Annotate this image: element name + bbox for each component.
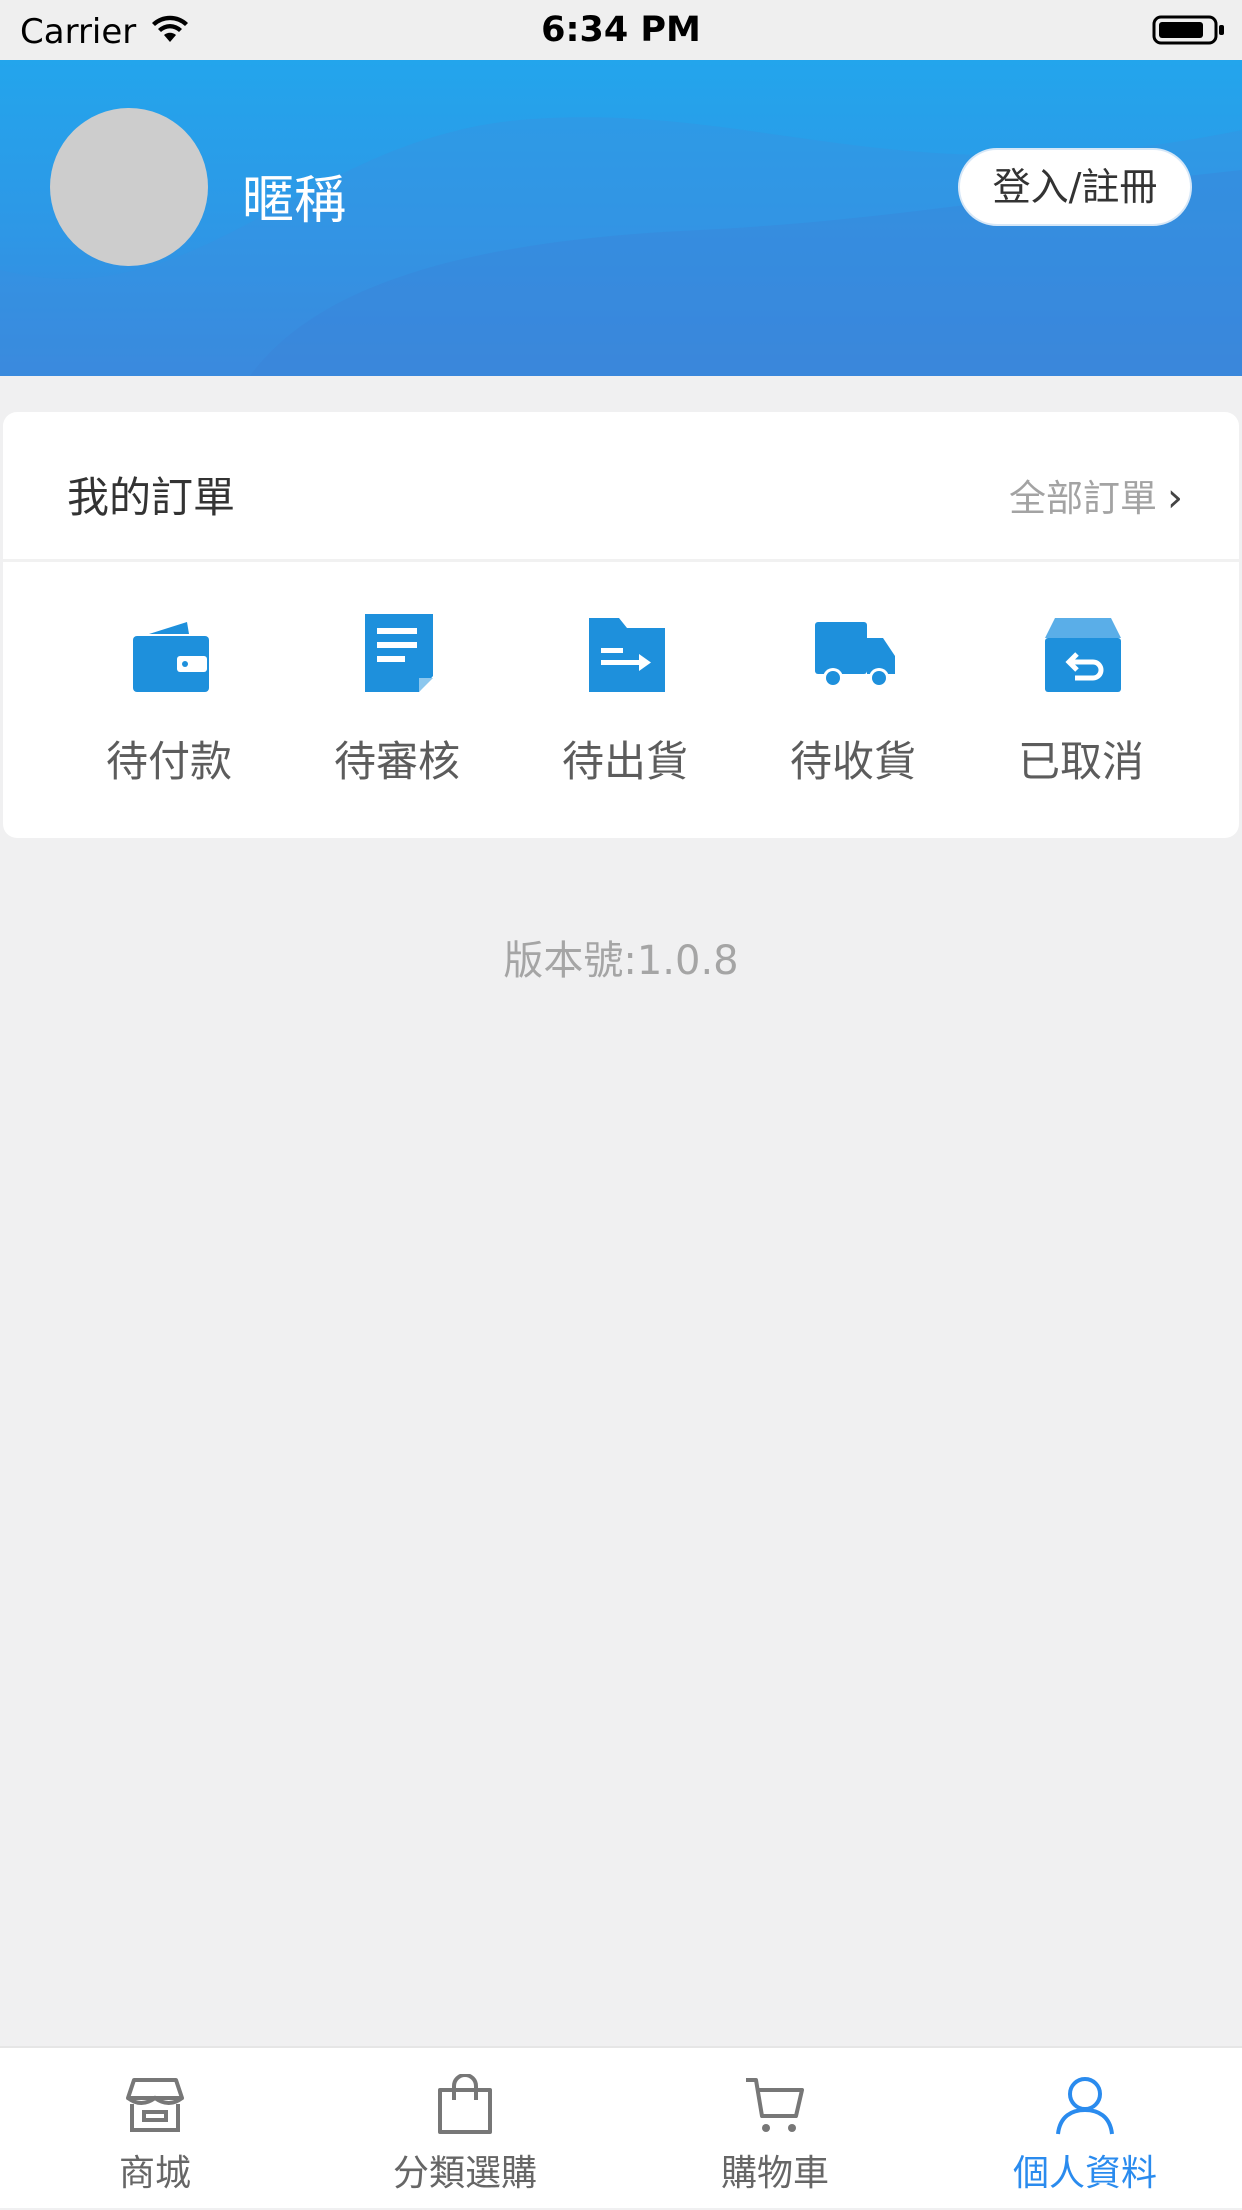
return-box-icon — [1045, 618, 1121, 692]
store-icon — [126, 2078, 184, 2132]
order-status-label: 待收貨 — [789, 737, 916, 786]
login-register-button[interactable]: 登入/註冊 — [958, 148, 1192, 226]
document-icon — [365, 614, 433, 692]
chevron-right-icon: › — [1167, 475, 1183, 521]
shopping-bag-icon — [438, 2074, 492, 2134]
tab-bar: 商城 分類選購 購物車 個人資料 — [0, 2046, 1242, 2208]
nickname: 暱稱 — [242, 171, 347, 231]
battery-icon — [1152, 15, 1224, 45]
profile-header: 暱稱 登入/註冊 — [0, 60, 1242, 376]
tab-label: 分類選購 — [392, 2153, 537, 2194]
version-text: 版本號:1.0.8 — [503, 938, 739, 984]
tab-category[interactable]: 分類選購 — [310, 2048, 620, 2210]
order-status-pending-payment[interactable]: 待付款 — [55, 612, 283, 812]
order-status-label: 待審核 — [333, 737, 460, 786]
truck-icon — [815, 622, 895, 688]
order-status-cancelled[interactable]: 已取消 — [967, 612, 1195, 812]
order-status-label: 待出貨 — [561, 737, 688, 786]
order-status-pending-review[interactable]: 待審核 — [283, 612, 511, 812]
tab-profile[interactable]: 個人資料 — [930, 2048, 1240, 2210]
status-time: 6:34 PM — [541, 10, 701, 50]
my-orders-card: 我的訂單 全部訂單 › 待付款 待審核 待出貨 待收貨 已取消 — [3, 412, 1239, 838]
user-icon — [1056, 2077, 1114, 2135]
tab-label: 個人資料 — [1012, 2153, 1157, 2194]
order-status-pending-shipment[interactable]: 待出貨 — [511, 612, 739, 812]
order-status-label: 待付款 — [105, 737, 232, 786]
order-status-label: 已取消 — [1017, 737, 1144, 786]
wallet-icon — [133, 622, 209, 692]
tab-label: 購物車 — [720, 2153, 829, 2194]
tab-cart[interactable]: 購物車 — [620, 2048, 930, 2210]
tab-store[interactable]: 商城 — [0, 2048, 310, 2210]
tab-label: 商城 — [118, 2153, 191, 2194]
avatar[interactable] — [50, 108, 208, 266]
all-orders-label: 全部訂單 — [1009, 477, 1157, 520]
status-bar: Carrier 6:34 PM — [0, 0, 1242, 60]
orders-title: 我的訂單 — [67, 473, 236, 522]
order-status-pending-receipt[interactable]: 待收貨 — [739, 612, 967, 812]
orders-header: 我的訂單 全部訂單 › — [3, 412, 1239, 562]
all-orders-link[interactable]: 全部訂單 › — [1009, 468, 1183, 522]
folder-ship-icon — [589, 618, 665, 692]
cart-icon — [746, 2078, 804, 2132]
